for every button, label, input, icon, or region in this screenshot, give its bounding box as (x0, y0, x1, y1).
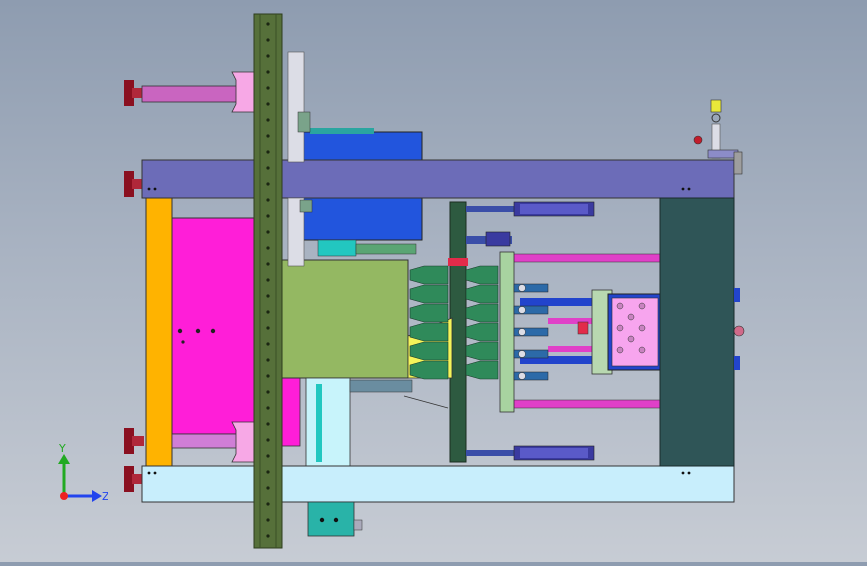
y-arrow-icon (58, 454, 70, 464)
top-tie-beam (141, 159, 735, 199)
cyan-lower-column (305, 377, 351, 467)
teal-strip (310, 128, 374, 134)
bolt-hole (181, 340, 185, 344)
moving-platen (659, 197, 735, 467)
green-mold-core (281, 259, 409, 379)
leader-line (403, 395, 449, 409)
y-axis-label: Y (58, 442, 66, 455)
bolt-hole (195, 328, 201, 334)
z-axis-label: Z (102, 490, 108, 503)
green-strip (355, 243, 417, 255)
hydraulic-cylinder-mid (466, 231, 512, 247)
bottom-bracket (307, 501, 355, 537)
platen-bracket (734, 356, 740, 370)
cad-model-viewport[interactable]: Y Z (0, 0, 867, 562)
rod-clamp-lower (231, 421, 257, 463)
red-stop (577, 321, 589, 335)
axis-triad: Y Z (58, 442, 108, 503)
guide-clamp (297, 111, 311, 133)
magenta-mold-plate (171, 217, 257, 435)
left-knob-lower (124, 428, 144, 454)
left-knob-top (124, 80, 144, 106)
ejector-plate (499, 251, 515, 413)
ejector-rod-upper (141, 85, 239, 103)
z-arrow-icon (92, 490, 102, 502)
platen-bracket (734, 288, 740, 302)
bolt-hole (210, 328, 216, 334)
guide-rail-upper (287, 51, 305, 163)
cyan-block (317, 239, 357, 257)
orange-clamp-plate (145, 197, 173, 467)
left-knob-bottom (124, 466, 144, 492)
red-marker (448, 258, 468, 266)
blue-block-lower (299, 195, 423, 241)
left-knob-upper (124, 171, 144, 197)
guide-clamp (299, 199, 313, 213)
bolt-hole (177, 328, 183, 334)
platen-knob (733, 325, 745, 337)
gray-rail (349, 379, 413, 393)
mold-assembly-drawing[interactable] (0, 0, 867, 562)
magenta-side-block (281, 377, 301, 447)
ejector-guide-rod (511, 253, 663, 263)
ejector-guide-rod (511, 399, 663, 409)
hydraulic-cylinder-lower (466, 445, 595, 461)
cyan-rod (316, 384, 322, 462)
origin-icon (60, 492, 68, 500)
bottom-bracket-pin (353, 519, 363, 531)
bottom-tie-beam (141, 465, 735, 503)
blue-rod (520, 298, 598, 306)
hydraulic-cylinder-upper (466, 201, 595, 217)
blue-block-upper (299, 131, 423, 163)
